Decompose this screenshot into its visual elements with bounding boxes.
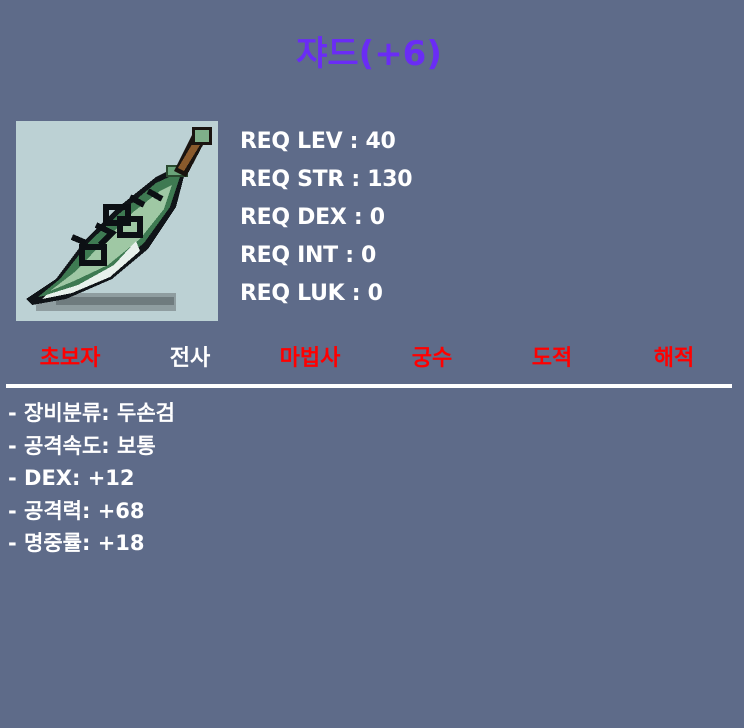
stat-attack: - 공격력: +68 [8,498,145,523]
stat-dex: - DEX: +12 [8,466,135,491]
job-bowman: 궁수 [411,346,453,371]
job-pirate: 해적 [653,346,695,371]
stats-list: - 장비분류: 두손검 - 공격속도: 보통 - DEX: +12 - 공격력:… [8,398,175,561]
job-list: 초보자 전사 마법사 궁수 도적 해적 [10,340,734,376]
stat-accuracy: - 명중률: +18 [8,531,145,556]
job-warrior: 전사 [169,346,211,371]
job-beginner: 초보자 [39,346,101,371]
divider [6,384,732,388]
item-icon-box [16,121,218,321]
req-str: REQ STR : 130 [240,167,413,192]
item-title: 쟈드(+6) [296,34,442,74]
stat-category: - 장비분류: 두손검 [8,401,175,425]
greatsword-icon [26,127,212,311]
job-magician: 마법사 [279,346,341,371]
req-luk: REQ LUK : 0 [240,281,383,306]
job-thief: 도적 [531,346,573,371]
req-dex: REQ DEX : 0 [240,205,385,230]
requirements-list: REQ LEV : 40 REQ STR : 130 REQ DEX : 0 R… [240,125,413,315]
stat-attack-speed: - 공격속도: 보통 [8,433,156,458]
req-int: REQ INT : 0 [240,243,377,268]
req-level: REQ LEV : 40 [240,129,396,154]
